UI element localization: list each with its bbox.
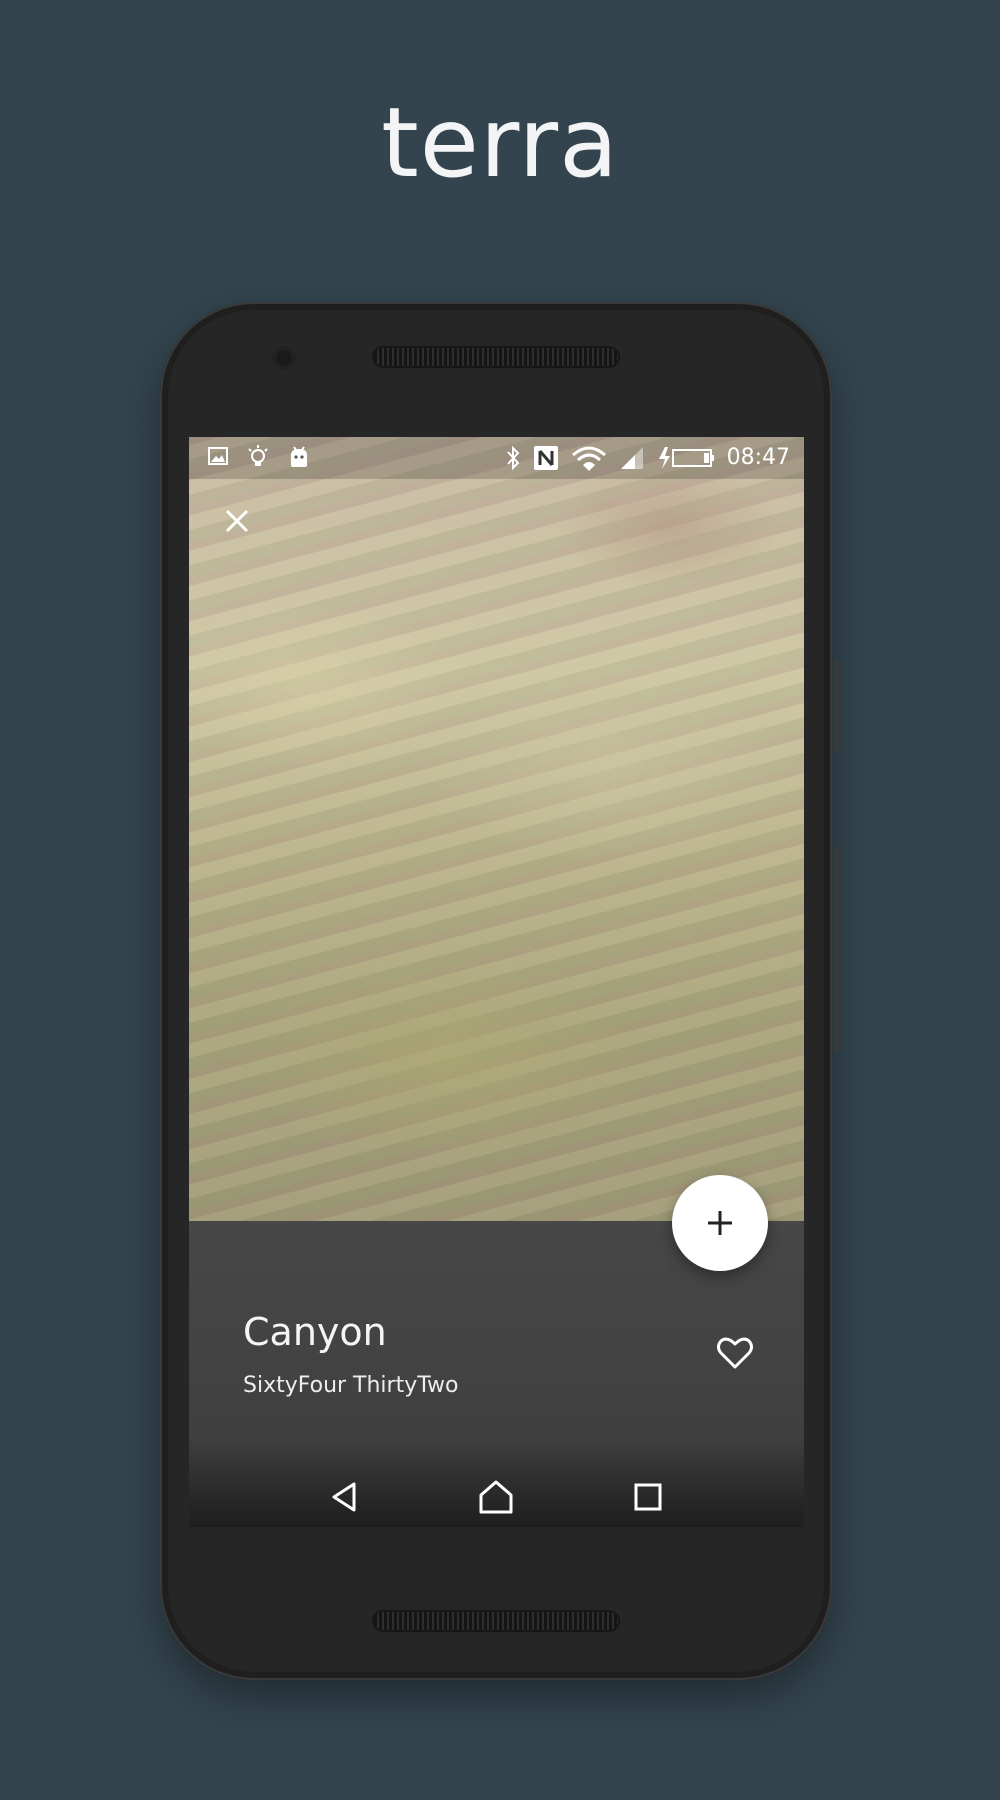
earpiece-speaker (372, 346, 620, 368)
clock: 08:47 (726, 445, 790, 470)
plus-icon (708, 1211, 732, 1235)
phone-screen: 08:47 Canyon SixtyFour ThirtyTwo (189, 437, 804, 1527)
app-title: terra (381, 87, 619, 199)
home-icon (479, 1480, 513, 1514)
back-button[interactable] (325, 1477, 365, 1517)
close-button[interactable] (219, 503, 255, 539)
front-camera (272, 346, 296, 370)
wallpaper-preview (189, 437, 804, 1221)
signal-icon (619, 445, 645, 471)
heart-icon (717, 1337, 753, 1369)
image-icon (207, 445, 229, 469)
battery-charging-icon (657, 445, 715, 471)
wallpaper-title: Canyon (243, 1310, 387, 1354)
lightbulb-icon (247, 445, 269, 469)
recents-button[interactable] (628, 1477, 668, 1517)
home-button[interactable] (476, 1477, 516, 1517)
navigation-bar (189, 1467, 804, 1527)
android-icon (287, 445, 311, 469)
close-icon (225, 509, 249, 533)
wifi-icon (571, 445, 607, 471)
favorite-button[interactable] (713, 1331, 757, 1375)
volume-rocker (834, 846, 839, 1052)
system-icons: 08:47 (505, 443, 790, 473)
bluetooth-icon (505, 445, 521, 471)
back-icon (332, 1482, 356, 1512)
power-button (834, 660, 839, 752)
notification-icons (207, 445, 311, 469)
status-bar: 08:47 (189, 437, 804, 479)
wallpaper-author: SixtyFour ThirtyTwo (243, 1373, 459, 1398)
recents-icon (634, 1483, 662, 1511)
set-wallpaper-fab[interactable] (672, 1175, 768, 1271)
bottom-speaker (372, 1610, 620, 1632)
nfc-icon (533, 445, 559, 471)
